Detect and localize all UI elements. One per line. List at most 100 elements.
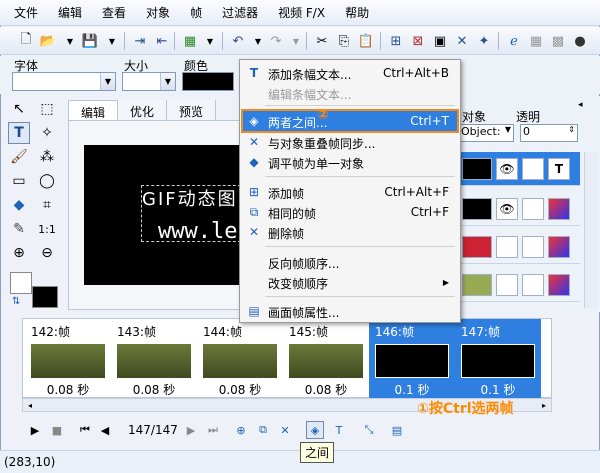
crop-icon[interactable]: ⊞ [386, 31, 406, 51]
wizard-icon[interactable]: ✦ [474, 31, 494, 51]
color-swatch[interactable] [182, 72, 234, 91]
foreground-color-swatch[interactable] [32, 286, 58, 308]
cut-icon[interactable]: ✂ [312, 31, 332, 51]
eyedropper-tool-icon[interactable]: ✎ [8, 218, 30, 240]
panel-pin-icon[interactable]: ◂ [578, 100, 583, 110]
tab-optimize[interactable]: 优化 [118, 100, 168, 120]
next-frame-icon[interactable]: ▶ [182, 421, 200, 439]
object-select[interactable]: Object: ▼ [458, 124, 514, 142]
background-color-swatch[interactable] [10, 272, 32, 294]
menu-edit[interactable]: 编辑 [48, 2, 92, 23]
menu-item-duplicate-frame[interactable]: ⧉ 相同的帧 Ctrl+F [243, 202, 457, 222]
export-icon[interactable]: ⇤ [152, 31, 172, 51]
frame-item[interactable]: 143:帧 0.08 秒 [111, 319, 197, 399]
object-row[interactable]: 👁 T [458, 152, 580, 186]
frame-item-selected[interactable]: 147:帧 0.1 秒 [455, 319, 541, 399]
lock-toggle[interactable] [522, 158, 544, 180]
visibility-eye-icon[interactable]: 👁 [496, 198, 518, 220]
menu-object[interactable]: 对象 [136, 2, 180, 23]
previous-frame-icon[interactable]: ◀ [96, 421, 114, 439]
object-row[interactable] [458, 268, 580, 302]
menu-item-frame-properties[interactable]: ▤ 画面帧属性... [243, 301, 457, 321]
open-folder-icon[interactable]: 📂 [38, 31, 58, 51]
frame-item[interactable]: 144:帧 0.08 秒 [197, 319, 283, 399]
transform-icon[interactable]: ✕ [452, 31, 472, 51]
copy-icon[interactable]: ⎘ [334, 31, 354, 51]
scroll-right-icon[interactable]: ▸ [537, 399, 551, 411]
lock-toggle[interactable] [522, 274, 544, 296]
transition-button-icon[interactable]: ⤡ [360, 421, 378, 439]
undo-dropdown-icon[interactable]: ▼ [248, 31, 268, 51]
menu-item-add-banner-text[interactable]: T 添加条幅文本... Ctrl+Alt+B [243, 63, 457, 83]
stepper-arrows-icon[interactable]: ⇕ [568, 125, 575, 134]
size-select[interactable]: ▼ [122, 72, 176, 91]
frame-properties-button-icon[interactable]: ▤ [388, 421, 406, 439]
chevron-down-icon[interactable]: ▼ [100, 73, 115, 90]
delete-object-icon[interactable]: ⊠ [408, 31, 428, 51]
actual-size-icon[interactable]: 1:1 [36, 218, 58, 240]
menu-item-add-frame[interactable]: ⊞ 添加帧 Ctrl+Alt+F [243, 182, 457, 202]
wand-tool-icon[interactable]: ✧ [36, 122, 58, 144]
object-panel-scrollbar[interactable] [584, 152, 598, 308]
menu-item-sync-overlapping[interactable]: ✕ 与对象重叠帧同步... [243, 132, 457, 152]
menu-help[interactable]: 帮助 [335, 2, 379, 23]
lasso-tool-icon[interactable]: ◯ [36, 170, 58, 192]
image-dropdown-icon[interactable]: ▼ [200, 31, 220, 51]
redo-icon[interactable]: ↷ [266, 31, 286, 51]
menu-item-reorder-frames[interactable]: 改变帧顺序 ▶ [243, 272, 457, 292]
tab-edit[interactable]: 编辑 [68, 100, 119, 120]
redo-dropdown-icon[interactable]: ▼ [286, 31, 306, 51]
tool-icon[interactable]: ▩ [548, 31, 568, 51]
undo-icon[interactable]: ↶ [228, 31, 248, 51]
browser-preview-icon[interactable]: ℯ [504, 31, 524, 51]
banner-text-button-icon[interactable]: T [330, 421, 348, 439]
text-tool-icon[interactable]: T [8, 122, 30, 144]
paste-icon[interactable]: 📋 [356, 31, 376, 51]
duplicate-frame-button-icon[interactable]: ⧉ [254, 421, 272, 439]
record-icon[interactable]: ● [570, 31, 590, 51]
add-frame-button-icon[interactable]: ⊕ [232, 421, 250, 439]
visibility-toggle[interactable] [496, 274, 518, 296]
delete-frame-button-icon[interactable]: ✕ [276, 421, 294, 439]
pattern-tool-icon[interactable]: ⁂ [36, 146, 58, 168]
chevron-down-icon[interactable]: ▼ [160, 73, 175, 90]
visibility-eye-icon[interactable]: 👁 [496, 158, 518, 180]
menu-file[interactable]: 文件 [4, 2, 48, 23]
tween-button-icon[interactable]: ◈ [306, 421, 324, 439]
frame-item[interactable]: 142:帧 0.08 秒 [25, 319, 111, 399]
menu-item-flatten-frame[interactable]: ◆ 调平帧为单一对象 [243, 152, 457, 172]
menu-filter[interactable]: 过滤器 [212, 2, 268, 23]
menu-view[interactable]: 查看 [92, 2, 136, 23]
tab-preview[interactable]: 预览 [167, 100, 217, 120]
object-row[interactable]: 👁 [458, 192, 580, 226]
pointer-tool-icon[interactable]: ↖ [8, 98, 30, 120]
menu-item-reverse-frames[interactable]: 反向帧顺序... [243, 252, 457, 272]
save-dropdown-icon[interactable]: ▼ [102, 31, 122, 51]
last-frame-icon[interactable]: ⏭ [204, 421, 222, 439]
stop-icon[interactable]: ■ [48, 421, 66, 439]
marquee-tool-icon[interactable]: ⬚ [36, 98, 58, 120]
scroll-left-icon[interactable]: ◂ [23, 399, 37, 411]
chevron-down-icon[interactable]: ▼ [505, 125, 511, 134]
open-dropdown-icon[interactable]: ▼ [60, 31, 80, 51]
zoom-out-icon[interactable]: ⊖ [36, 242, 58, 264]
frame-item-selected[interactable]: 146:帧 0.1 秒 [369, 319, 455, 399]
swap-colors-icon[interactable]: ⇅ [12, 296, 20, 307]
brush-tool-icon[interactable]: 🖌 [8, 146, 30, 168]
frame-view-icon[interactable]: ▣ [430, 31, 450, 51]
lock-toggle[interactable] [522, 236, 544, 258]
lock-toggle[interactable] [522, 198, 544, 220]
image-icon[interactable]: ▦ [180, 31, 200, 51]
menu-item-delete-frame[interactable]: ✕ 删除帧 [243, 222, 457, 242]
font-select[interactable]: ▼ [12, 72, 116, 91]
object-row[interactable] [458, 230, 580, 264]
visibility-toggle[interactable] [496, 236, 518, 258]
fill-tool-icon[interactable]: ◆ [8, 194, 30, 216]
import-icon[interactable]: ⇥ [130, 31, 150, 51]
new-file-icon[interactable]: 🗋 [16, 31, 36, 51]
first-frame-icon[interactable]: ⏮ [76, 421, 94, 439]
crop-tool-icon[interactable]: ⌗ [36, 194, 58, 216]
menu-frame[interactable]: 帧 [180, 2, 212, 23]
frame-strip-left-scrollbar[interactable] [6, 318, 20, 412]
grid-icon[interactable]: ▦ [526, 31, 546, 51]
